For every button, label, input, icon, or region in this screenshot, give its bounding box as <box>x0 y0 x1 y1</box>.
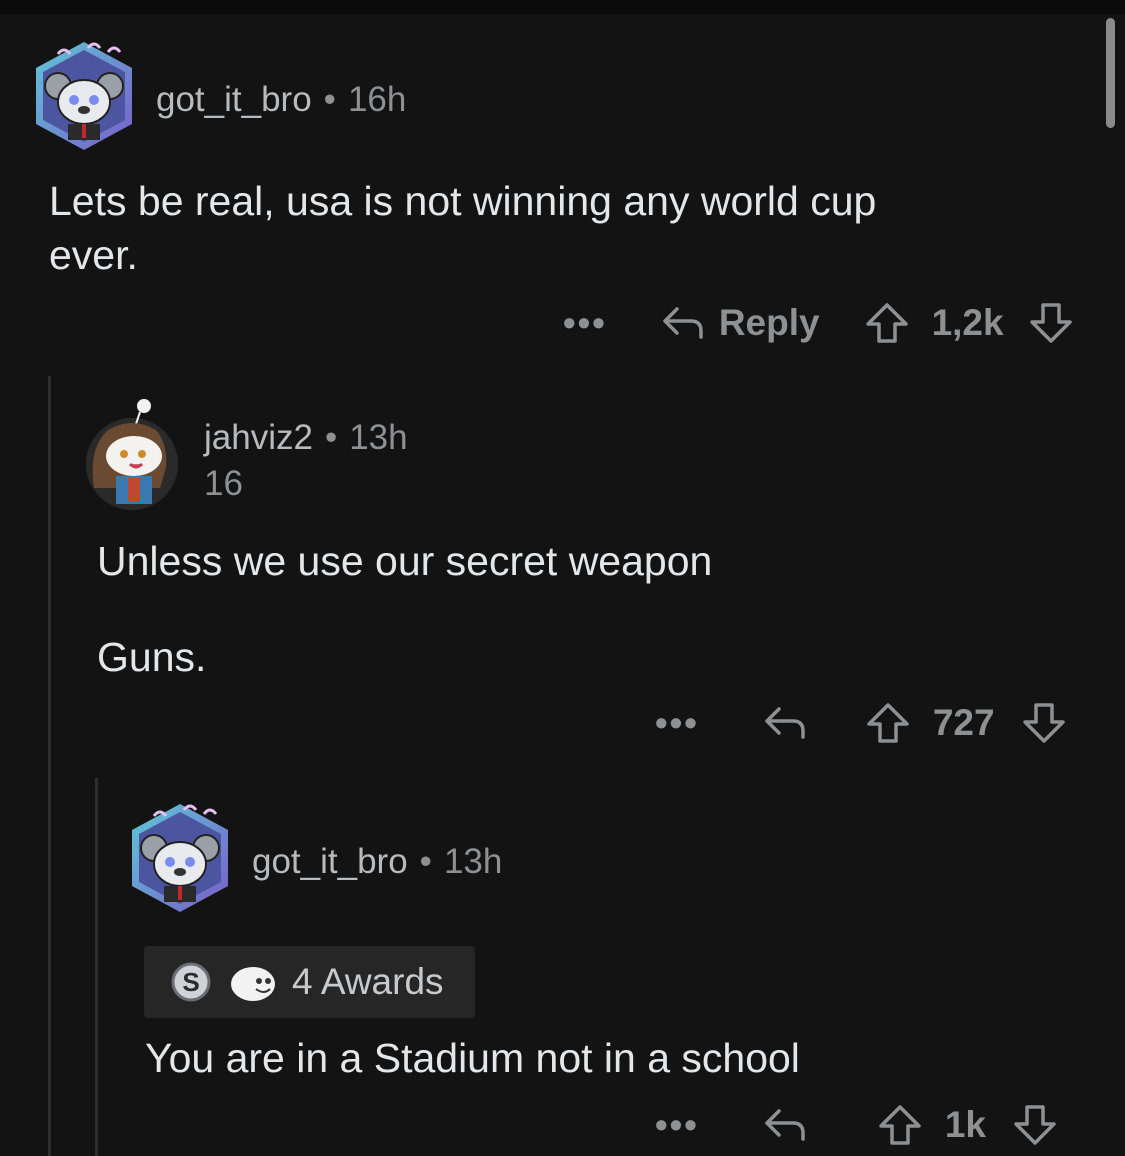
downvote-arrow-icon[interactable] <box>1028 301 1074 345</box>
vote-score: 1,2k <box>931 302 1004 343</box>
meta-separator: • <box>419 842 432 881</box>
meta-separator: • <box>324 418 338 457</box>
upvote-arrow-icon[interactable] <box>865 701 911 745</box>
timestamp: 13h <box>443 842 503 881</box>
user-avatar[interactable] <box>28 36 140 152</box>
upvote-arrow-icon[interactable] <box>877 1103 923 1147</box>
comment-actions: ••• 1k <box>655 1100 1058 1150</box>
reply-arrow-icon <box>765 1109 805 1141</box>
username[interactable]: got_it_bro <box>252 842 408 881</box>
reply-button[interactable] <box>761 703 809 743</box>
reply-arrow-icon <box>765 707 805 739</box>
wholesome-award-icon <box>231 967 275 1001</box>
comment-body-line: Unless we use our secret weapon <box>97 538 713 584</box>
thread-line-level-2[interactable] <box>95 778 98 1156</box>
more-options-button[interactable]: ••• <box>563 302 607 344</box>
comment-body-line: ever. <box>49 232 138 278</box>
comment-body: You are in a Stadium not in a school <box>145 1031 1085 1085</box>
meta-separator: • <box>323 80 336 119</box>
timestamp: 16h <box>347 80 407 119</box>
reply-button[interactable]: Reply <box>659 302 820 344</box>
svg-text:S: S <box>182 967 199 997</box>
user-avatar[interactable] <box>82 398 182 510</box>
comment-meta: jahviz2 • 13h <box>204 418 408 458</box>
comment-actions: ••• Reply 1,2k <box>563 298 1074 348</box>
comment-body-line: Lets be real, usa is not winning any wor… <box>49 178 877 224</box>
comment-meta: got_it_bro • 16h <box>156 80 406 120</box>
timestamp: 13h <box>349 418 408 457</box>
more-options-button[interactable]: ••• <box>655 1104 699 1146</box>
comment-meta: got_it_bro • 13h <box>252 842 502 882</box>
vote-score: 727 <box>932 702 995 743</box>
username[interactable]: got_it_bro <box>156 80 312 119</box>
comment-body-line: You are in a Stadium not in a school <box>145 1035 800 1081</box>
awards-bar[interactable]: S 4 Awards <box>144 946 475 1018</box>
upvote-arrow-icon[interactable] <box>864 301 910 345</box>
user-avatar[interactable] <box>124 798 236 914</box>
scrollbar[interactable] <box>1106 18 1115 128</box>
more-options-button[interactable]: ••• <box>655 702 699 744</box>
downvote-arrow-icon[interactable] <box>1012 1103 1058 1147</box>
username[interactable]: jahviz2 <box>204 418 313 457</box>
awards-count: 4 Awards <box>292 961 444 1002</box>
comment-body: Lets be real, usa is not winning any wor… <box>49 174 1079 282</box>
comment-actions: ••• 727 <box>655 698 1067 748</box>
vote-score: 1k <box>944 1104 986 1145</box>
reply-button[interactable] <box>761 1105 809 1145</box>
reply-arrow-icon <box>663 307 703 339</box>
silver-award-icon: S <box>171 962 211 1002</box>
comment-body-line: Guns. <box>97 634 207 680</box>
downvote-arrow-icon[interactable] <box>1021 701 1067 745</box>
top-bar <box>0 0 1125 14</box>
user-flair: 16 <box>204 464 243 503</box>
reply-label: Reply <box>718 302 820 343</box>
comment-body: Unless we use our secret weapon Guns. <box>97 534 1077 684</box>
thread-line-level-1[interactable] <box>48 376 51 1156</box>
